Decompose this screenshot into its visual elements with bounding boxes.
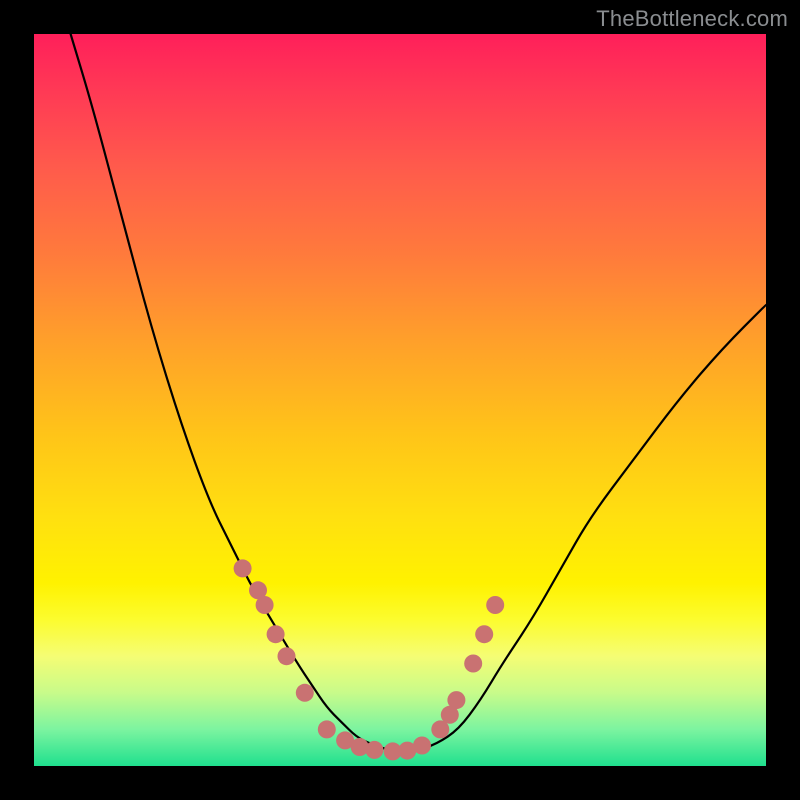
plot-area [34, 34, 766, 766]
curve-marker [318, 720, 336, 738]
bottleneck-curve [71, 34, 766, 751]
curve-marker [447, 691, 465, 709]
curve-marker [464, 655, 482, 673]
watermark-text: TheBottleneck.com [596, 6, 788, 32]
chart-frame: TheBottleneck.com [0, 0, 800, 800]
curve-marker [413, 737, 431, 755]
curve-marker [475, 625, 493, 643]
curve-marker [296, 684, 314, 702]
marker-group [234, 559, 505, 760]
curve-marker [267, 625, 285, 643]
curve-svg [34, 34, 766, 766]
curve-marker [234, 559, 252, 577]
curve-marker [486, 596, 504, 614]
curve-marker [365, 741, 383, 759]
curve-marker [278, 647, 296, 665]
curve-marker [256, 596, 274, 614]
